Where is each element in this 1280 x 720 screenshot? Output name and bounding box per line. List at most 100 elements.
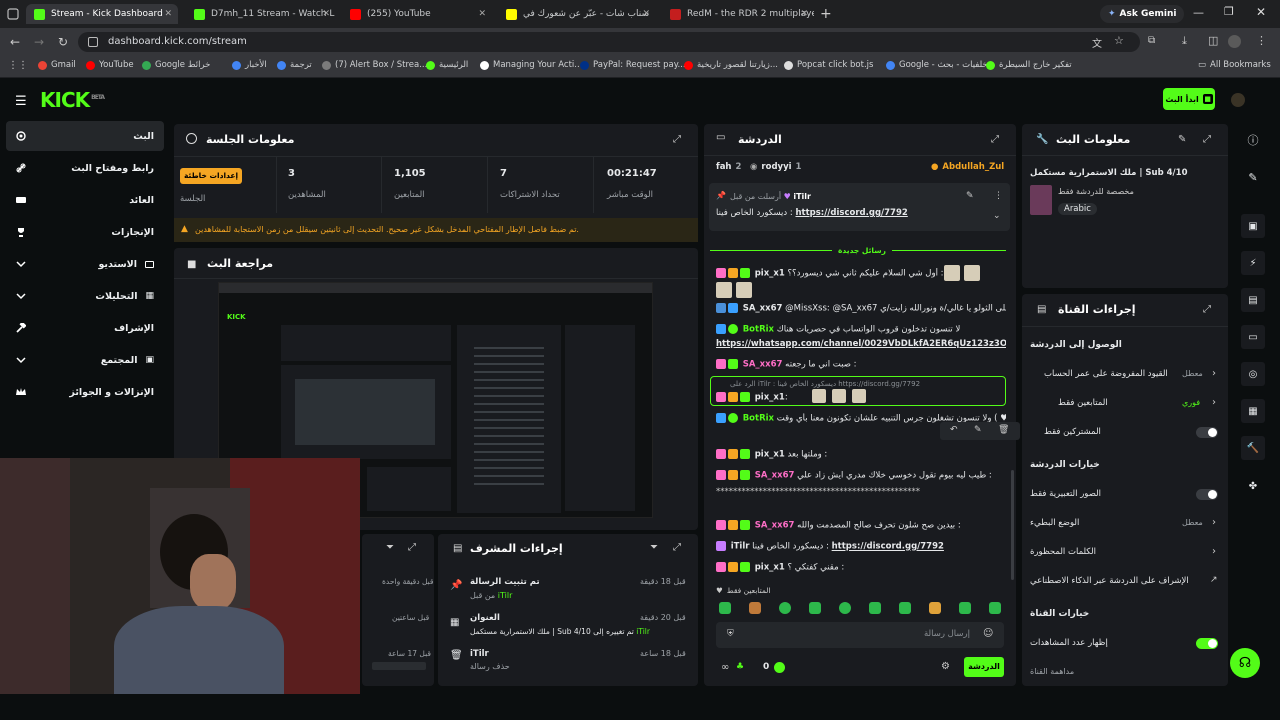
- setting-account-age-value[interactable]: معطل: [1182, 369, 1203, 378]
- emote-button[interactable]: [959, 602, 971, 614]
- expand-icon[interactable]: ⤢: [1203, 304, 1211, 315]
- puzzle-icon[interactable]: ✤: [1241, 474, 1265, 498]
- subs-only-toggle[interactable]: [1196, 427, 1218, 438]
- chat-rail-icon[interactable]: ▭: [1241, 325, 1265, 349]
- download-icon[interactable]: ⤓: [1182, 34, 1187, 48]
- chat-message[interactable]: BotRix لا تنسون تدخلون قروب الواتساب في …: [716, 324, 1006, 335]
- chat-scrollbar[interactable]: [1011, 470, 1014, 580]
- new-tab-icon[interactable]: +: [820, 6, 832, 22]
- filter-icon[interactable]: ⏷: [650, 542, 658, 553]
- go-live-button[interactable]: ابدأ البث ■: [1163, 88, 1215, 110]
- bookmark-home[interactable]: الرئيسية: [426, 60, 468, 70]
- emote-button[interactable]: [869, 602, 881, 614]
- bookmark-thinking[interactable]: تفكير خارج السيطرة: [986, 60, 1072, 70]
- bookmark-youtube[interactable]: YouTube: [86, 60, 134, 70]
- emoji-icon[interactable]: ☺: [983, 628, 993, 639]
- hamburger-menu-icon[interactable]: ☰: [15, 94, 27, 109]
- bookmark-wallpapers[interactable]: Google - خلفيات - بحث: [886, 60, 988, 70]
- delete-icon[interactable]: 🗑: [998, 425, 1009, 435]
- sidebar-item-revenue[interactable]: العائد: [6, 185, 164, 215]
- close-tab-icon[interactable]: ✕: [322, 9, 330, 19]
- sidebar-item-moderation[interactable]: الإشراف: [6, 313, 164, 343]
- emote-button[interactable]: [719, 602, 731, 614]
- bookmark-alert-box[interactable]: (7) Alert Box / Strea...: [322, 60, 427, 70]
- edit-icon[interactable]: ✎: [1241, 165, 1265, 189]
- edit-icon[interactable]: ✎: [1178, 134, 1186, 145]
- expand-icon[interactable]: ⤢: [673, 542, 681, 553]
- category-name[interactable]: مخصصة للدردشة فقط: [1058, 187, 1134, 196]
- chat-message[interactable]: SA_xx67 صبت اني ما رجعته :: [716, 359, 1006, 370]
- chat-message[interactable]: iTilr ديسكورد الخاص فينا : https://disco…: [716, 541, 1006, 552]
- show-views-toggle[interactable]: [1196, 638, 1218, 649]
- tab-kick-watch[interactable]: D7mh_11 Stream - Watch L ✕: [186, 4, 336, 24]
- site-info-icon[interactable]: [88, 37, 98, 47]
- expand-icon[interactable]: ⤢: [1203, 134, 1211, 145]
- back-icon[interactable]: ←: [10, 35, 20, 49]
- info-icon[interactable]: [186, 133, 197, 144]
- chevron-right-icon[interactable]: ›: [1212, 368, 1216, 379]
- extensions-icon[interactable]: ⧉: [1148, 35, 1155, 46]
- chevron-right-icon[interactable]: ›: [1212, 546, 1216, 557]
- setting-slow-mode-value[interactable]: معطل: [1182, 518, 1203, 527]
- all-bookmarks[interactable]: ▭ All Bookmarks: [1198, 60, 1271, 70]
- top-user-3[interactable]: fah 2: [716, 162, 741, 172]
- emote-button[interactable]: [839, 602, 851, 614]
- minimize-window-icon[interactable]: —: [1193, 6, 1204, 19]
- chat-message[interactable]: pix_x1 مقني كفتكي ؟ :: [716, 562, 1006, 573]
- external-link-icon[interactable]: ↗: [1210, 575, 1218, 585]
- sidebar-item-community[interactable]: المجتمع ▣: [6, 345, 164, 375]
- sidebar-item-achievements[interactable]: الإنجازات: [6, 217, 164, 247]
- emote-button[interactable]: [989, 602, 1001, 614]
- top-user-2[interactable]: ◉ rodyyi 1: [750, 162, 801, 172]
- bookmark-translate[interactable]: ترجمة: [277, 60, 312, 70]
- category-thumbnail[interactable]: [1030, 185, 1052, 215]
- support-chat-button[interactable]: ☊: [1230, 648, 1260, 678]
- bookmark-paypal[interactable]: PayPal: Request pay...: [580, 60, 686, 70]
- bookmark-maps[interactable]: Google خرائط: [142, 60, 210, 70]
- url-field[interactable]: dashboard.kick.com/stream: [78, 32, 1140, 52]
- infinity-icon[interactable]: ∞: [721, 662, 729, 673]
- emote-button[interactable]: [779, 602, 791, 614]
- tab-snapchat[interactable]: سناب شات - عبّر عن شعورك في ✕: [498, 4, 656, 24]
- filter-icon[interactable]: ⏷: [386, 542, 394, 553]
- profile-avatar[interactable]: [1228, 35, 1241, 48]
- bookmark-managing[interactable]: Managing Your Acti...: [480, 60, 582, 70]
- ask-gemini-button[interactable]: ✦ Ask Gemini: [1100, 5, 1185, 23]
- close-tab-icon[interactable]: ✕: [478, 9, 486, 19]
- tab-search-icon[interactable]: [6, 7, 20, 21]
- stream-info-rail-icon[interactable]: ▣: [1241, 214, 1265, 238]
- more-options-icon[interactable]: ⋮: [994, 191, 1003, 201]
- emote-button[interactable]: [899, 602, 911, 614]
- sidebar-item-drops[interactable]: الإنزالات و الجوائز: [6, 377, 164, 407]
- sidebar-item-stream[interactable]: البث: [6, 121, 164, 151]
- info-icon[interactable]: ⓘ: [1241, 128, 1265, 152]
- chevron-right-icon[interactable]: ›: [1212, 397, 1216, 408]
- emote-button[interactable]: [749, 602, 761, 614]
- maximize-window-icon[interactable]: ❐: [1224, 5, 1234, 18]
- bookmark-popcat[interactable]: Popcat click bot.js: [784, 60, 873, 70]
- apps-grid-icon[interactable]: ⋮⋮: [8, 60, 28, 71]
- language-tag[interactable]: Arabic: [1058, 203, 1097, 215]
- chat-message-link[interactable]: https://whatsapp.com/channel/0029VbDLkfA…: [716, 339, 1006, 349]
- video-rail-icon[interactable]: ▦: [1241, 399, 1265, 423]
- kick-logo[interactable]: KICK BETA: [40, 88, 105, 112]
- close-tab-icon[interactable]: ✕: [164, 9, 172, 19]
- chevron-down-icon[interactable]: ⌄: [993, 211, 1001, 221]
- setting-followers-only-value[interactable]: فوري: [1182, 398, 1200, 407]
- shield-icon[interactable]: ⛨: [727, 629, 734, 639]
- tab-youtube[interactable]: (255) YouTube ✕: [342, 4, 492, 24]
- sidepanel-icon[interactable]: ◫: [1208, 34, 1218, 47]
- chevron-right-icon[interactable]: ›: [1212, 517, 1216, 528]
- hammer-icon[interactable]: ✎: [974, 425, 982, 435]
- chat-message[interactable]: SA_xx67 @MissXss: @SA_xx67 شكرًا على الث…: [716, 303, 1006, 314]
- user-avatar[interactable]: [1231, 93, 1245, 107]
- reload-icon[interactable]: ↻: [58, 35, 68, 49]
- chat-send-button[interactable]: الدردشة: [964, 657, 1004, 677]
- emote-button[interactable]: [809, 602, 821, 614]
- chat-message[interactable]: SA_xx67 بيدين صح شلون تحرف صالح المصدمت …: [716, 520, 1006, 531]
- hammer-rail-icon[interactable]: 🔨: [1241, 436, 1265, 460]
- browser-menu-icon[interactable]: ⋮: [1256, 34, 1267, 47]
- bookmark-news[interactable]: الأخبار: [232, 60, 267, 70]
- expand-icon[interactable]: ⤢: [408, 542, 416, 553]
- unpin-icon[interactable]: ✎: [966, 191, 974, 201]
